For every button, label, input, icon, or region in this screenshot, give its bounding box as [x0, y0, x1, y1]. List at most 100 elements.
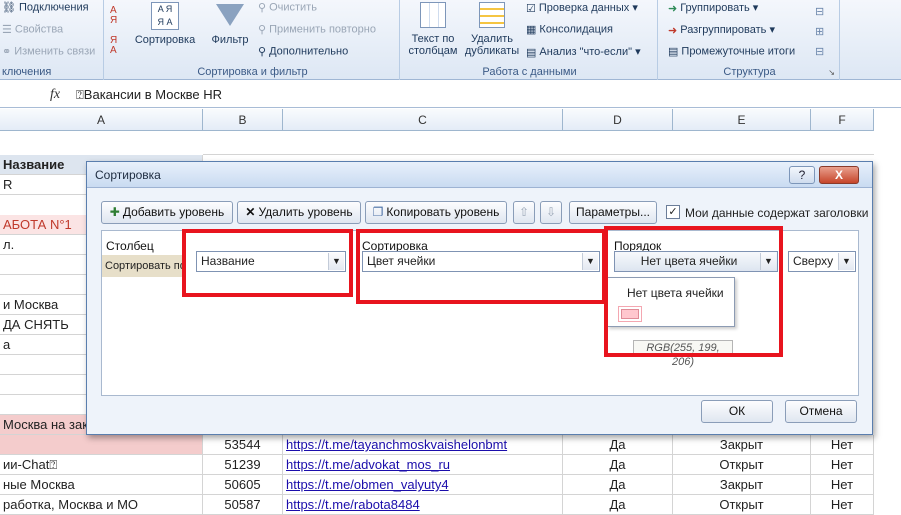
chevron-down-icon: ▼	[838, 253, 854, 270]
cell-d[interactable]: Да	[563, 475, 673, 495]
cell-f[interactable]: Нет	[811, 435, 874, 455]
column-header-b[interactable]: B	[203, 109, 283, 131]
data-validation-button[interactable]: ☑ Проверка данных ▾	[526, 1, 638, 15]
options-button[interactable]: Параметры...	[569, 201, 657, 224]
cell-a[interactable]	[0, 395, 88, 415]
ungroup-button[interactable]: ➜ Разгруппировать ▾	[668, 23, 775, 37]
headers-checkbox[interactable]: ✓	[666, 205, 680, 219]
cell-a[interactable]: работка, Москва и МО	[0, 495, 203, 515]
cell-a[interactable]: АБОТА N°1	[0, 215, 88, 235]
arrow-up-icon: ⇧	[518, 205, 530, 219]
dialog-launcher-icon[interactable]: ↘	[828, 68, 835, 77]
cell-a[interactable]	[0, 375, 88, 395]
cell-d[interactable]: Да	[563, 455, 673, 475]
connections-button[interactable]: ⛓ Подключения	[2, 1, 89, 14]
cell-a[interactable]: ДА СНЯТЬ	[0, 315, 88, 335]
funnel-icon	[216, 4, 244, 26]
cell-e[interactable]: Открыт	[673, 495, 811, 515]
text-to-columns-button[interactable]: Текст по столбцам	[404, 2, 462, 57]
cancel-button[interactable]: Отмена	[785, 400, 857, 423]
cell-d[interactable]: Да	[563, 495, 673, 515]
what-if-button[interactable]: ▤ Анализ "что-если" ▾	[526, 45, 641, 59]
copy-icon: ❐	[372, 205, 384, 220]
arrow-down-icon: ⇩	[545, 205, 557, 219]
sheet-margin	[874, 109, 901, 504]
cell-e[interactable]: Закрыт	[673, 435, 811, 455]
cell-a[interactable]: ные Москва	[0, 475, 203, 495]
advanced-filter-button[interactable]: ⚲ Дополнительно	[258, 45, 348, 58]
ungroup-icon: ➜	[668, 24, 678, 37]
column-header-a[interactable]: A	[0, 109, 203, 131]
delete-level-button[interactable]: ✕ Удалить уровень	[237, 201, 361, 224]
subtotal-icon: ▤	[668, 46, 679, 58]
position-select[interactable]: Сверху ▼	[788, 251, 856, 272]
move-down-button[interactable]: ⇩	[540, 201, 562, 224]
add-level-button[interactable]: ✚ Добавить уровень	[101, 201, 233, 224]
cell-d[interactable]: Да	[563, 435, 673, 455]
edit-links-icon: ⚭	[2, 46, 12, 58]
headers-checkbox-label: Мои данные содержат заголовки	[685, 206, 869, 220]
cell-c-link[interactable]: https://t.me/rabota8484	[283, 495, 563, 515]
cell-f[interactable]: Нет	[811, 455, 874, 475]
outline-extra-icons[interactable]: ⊟ ⊞ ⊟	[815, 2, 833, 62]
cell-a[interactable]	[0, 355, 88, 375]
cell-a[interactable]	[0, 275, 88, 295]
cell-a[interactable]: а	[0, 335, 88, 355]
cell-c-link[interactable]: https://t.me/tayanchmoskvaishelonbmt	[283, 435, 563, 455]
add-icon: ✚	[109, 205, 120, 220]
cell-f[interactable]: Нет	[811, 475, 874, 495]
cell-a[interactable]: л.	[0, 235, 88, 255]
cell-a[interactable]	[0, 435, 203, 455]
consolidate-icon: ▦	[526, 24, 537, 36]
column-header-c[interactable]: C	[283, 109, 563, 131]
cell-b[interactable]: 51239	[203, 455, 283, 475]
fx-icon[interactable]: fx	[50, 87, 60, 103]
column-header-d[interactable]: D	[563, 109, 673, 131]
cell-f[interactable]: Нет	[811, 495, 874, 515]
cell-b[interactable]: 50587	[203, 495, 283, 515]
edit-links-button[interactable]: ⚭ Изменить связи	[2, 45, 95, 58]
sort-az-button[interactable]: А Я	[110, 6, 126, 26]
outline-group: ➜ Группировать ▾ ➜ Разгруппировать ▾ ▤ Пром…	[660, 0, 840, 80]
connections-icon: ⛓	[2, 2, 16, 14]
ok-button[interactable]: ОК	[701, 400, 773, 423]
highlight-box-order	[604, 226, 783, 357]
column-header-e[interactable]: E	[673, 109, 811, 131]
delete-icon: ✕	[245, 205, 256, 220]
copy-level-button[interactable]: ❐ Копировать уровень	[365, 201, 507, 224]
group-button[interactable]: ➜ Группировать ▾	[668, 1, 758, 15]
help-button[interactable]: ?	[789, 166, 815, 184]
what-if-icon: ▤	[526, 46, 537, 59]
properties-button[interactable]: ☰ Свойства	[2, 23, 63, 36]
column-header-f[interactable]: F	[811, 109, 874, 131]
consolidate-button[interactable]: ▦ Консолидация	[526, 23, 613, 36]
formula-content[interactable]: ⍰Вакансии в Москве HR	[76, 87, 222, 103]
cell-b[interactable]: 53544	[203, 435, 283, 455]
cell-a[interactable]: Москва на зак	[0, 415, 88, 435]
move-up-button[interactable]: ⇧	[513, 201, 535, 224]
cell-c-link[interactable]: https://t.me/advokat_mos_ru	[283, 455, 563, 475]
remove-duplicates-button[interactable]: Удалить дубликаты	[464, 2, 520, 57]
filter-button[interactable]: Фильтр	[206, 2, 254, 46]
highlight-box-sort-on	[356, 229, 606, 304]
cell-a[interactable]: и Москва	[0, 295, 88, 315]
clear-filter-button[interactable]: ⚲ Очистить	[258, 1, 317, 14]
reapply-icon: ⚲	[258, 24, 267, 36]
reapply-button[interactable]: ⚲ Применить повторно	[258, 23, 376, 36]
properties-icon: ☰	[2, 24, 12, 36]
cell-a[interactable]: R	[0, 175, 88, 195]
cell-c-link[interactable]: https://t.me/obmen_valyuty4	[283, 475, 563, 495]
sort-button[interactable]: A ЯЯ A Сортировка	[132, 2, 198, 46]
sort-filter-group-label: Сортировка и фильтр	[197, 66, 308, 78]
close-button[interactable]: X	[819, 166, 859, 184]
cell-b[interactable]: 50605	[203, 475, 283, 495]
cell-a[interactable]: ии-Chat⍰	[0, 455, 203, 475]
sort-za-button[interactable]: Я А	[110, 36, 126, 56]
subtotal-button[interactable]: ▤ Промежуточные итоги	[668, 45, 795, 58]
cell-a[interactable]	[0, 255, 88, 275]
clear-icon: ⚲	[258, 2, 267, 14]
data-tools-group: Текст по столбцам Удалить дубликаты ☑ Прове…	[402, 0, 658, 80]
cell-e[interactable]: Закрыт	[673, 475, 811, 495]
sort-icon: A ЯЯ A	[151, 2, 179, 30]
cell-e[interactable]: Открыт	[673, 455, 811, 475]
